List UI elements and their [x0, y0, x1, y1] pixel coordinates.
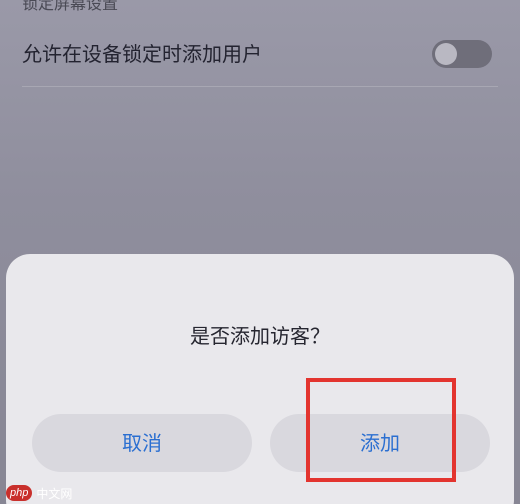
watermark-text: 中文网 [36, 486, 73, 501]
dialog-title: 是否添加访客？ [190, 324, 330, 348]
allow-add-users-when-locked-row[interactable]: 允许在设备锁定时添加用户 [0, 28, 520, 80]
divider [22, 86, 498, 87]
toggle-knob [435, 43, 457, 65]
watermark-logo: php [6, 485, 33, 501]
watermark: php 中文网 [6, 484, 72, 502]
allow-add-users-toggle[interactable] [432, 40, 492, 68]
add-button-highlight [306, 378, 456, 482]
allow-add-users-label: 允许在设备锁定时添加用户 [22, 42, 262, 66]
section-header: 锁定屏幕设置 [22, 0, 119, 13]
settings-screen: 锁定屏幕设置 允许在设备锁定时添加用户 是否添加访客？ 取消 添加 php 中文… [0, 0, 520, 504]
cancel-button[interactable]: 取消 [32, 414, 252, 472]
